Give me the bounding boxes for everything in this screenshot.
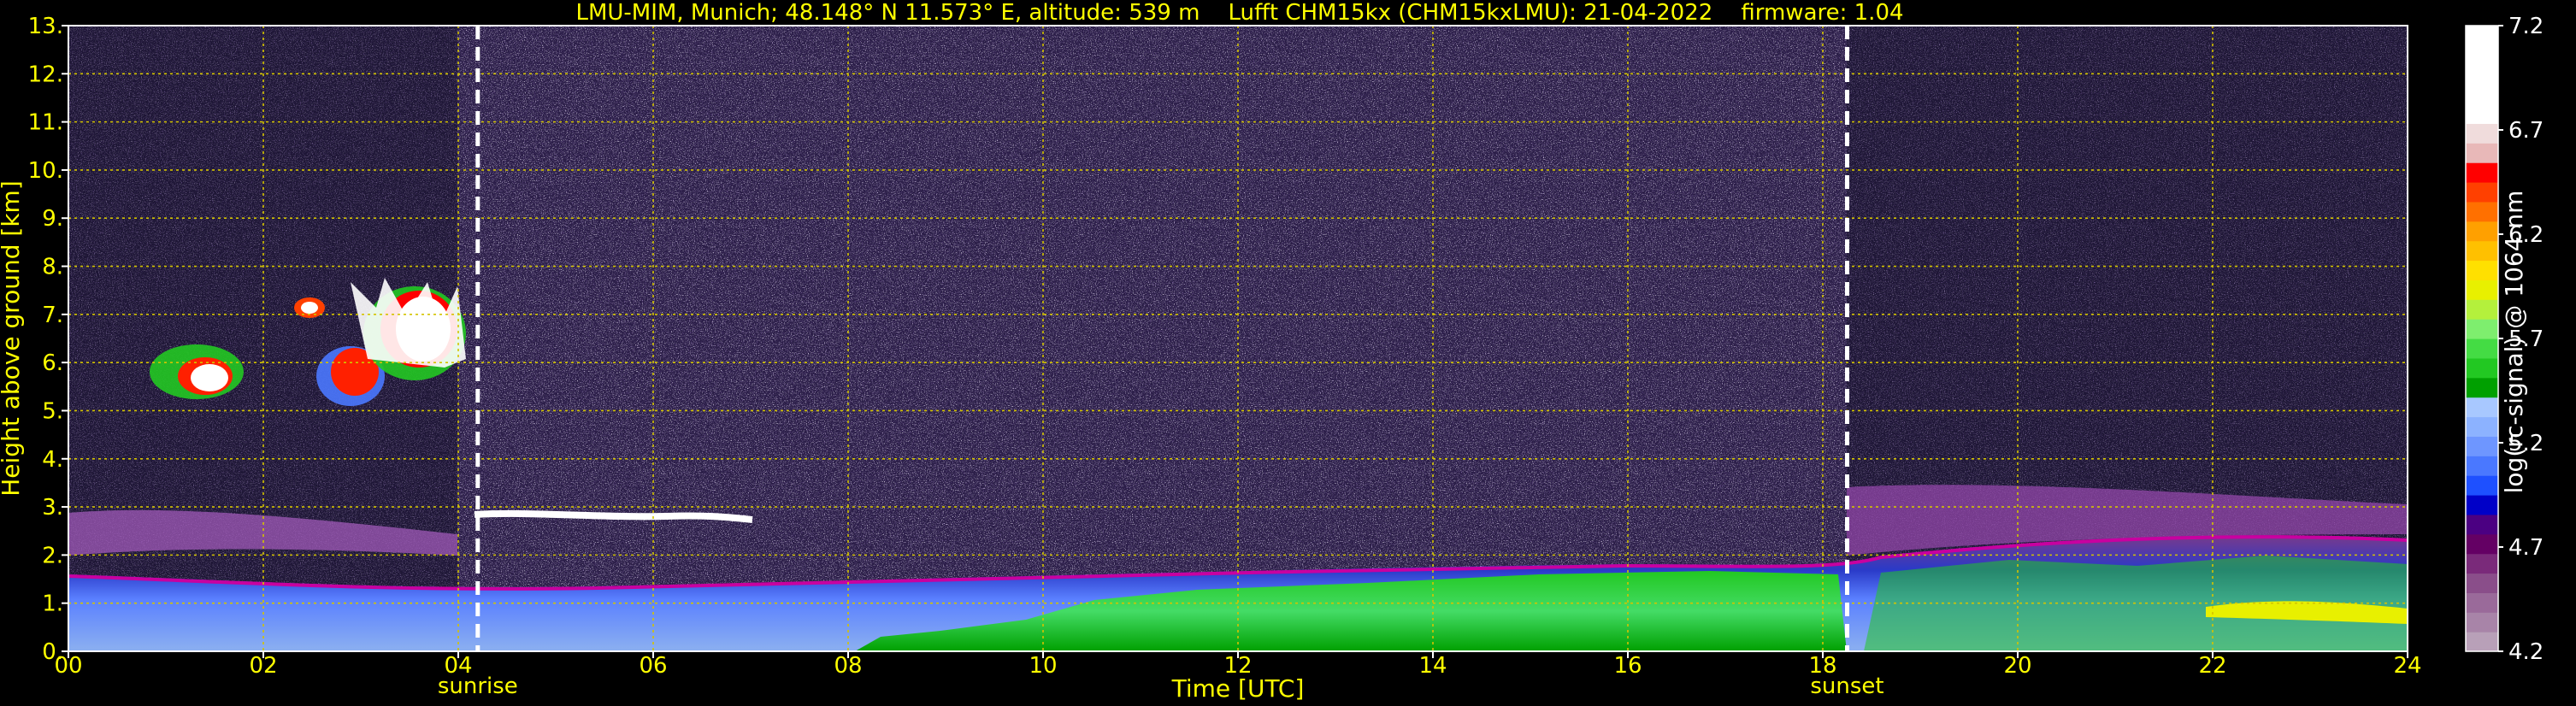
colorbar-segment xyxy=(2466,416,2498,437)
y-tick-label: 5. xyxy=(42,398,63,424)
colorbar-segment xyxy=(2466,553,2498,574)
y-tick-label: 1. xyxy=(42,591,63,617)
colorbar-tick-label: 6.7 xyxy=(2508,118,2544,144)
y-tick-label: 6. xyxy=(42,350,63,376)
x-tick-label: 22 xyxy=(2198,653,2226,679)
colorbar-segment xyxy=(2466,84,2498,105)
x-tick-label: 10 xyxy=(1029,653,1057,679)
colorbar-segment xyxy=(2466,162,2498,183)
colorbar-segment xyxy=(2466,436,2498,456)
colorbar-segment xyxy=(2466,123,2498,144)
colorbar-segment xyxy=(2466,592,2498,613)
colorbar-label: log(rc-signal) @ 1064 nm xyxy=(2500,191,2528,494)
x-tick-label: 08 xyxy=(834,653,862,679)
colorbar-segment xyxy=(2466,103,2498,124)
x-axis-label: Time [UTC] xyxy=(1171,674,1305,703)
y-axis-label: Height above ground [km] xyxy=(0,180,25,497)
colorbar-segment xyxy=(2466,475,2498,496)
colorbar-segment xyxy=(2466,338,2498,359)
colorbar-segment xyxy=(2466,201,2498,222)
x-tick-label: 16 xyxy=(1613,653,1642,679)
y-tick-label: 3. xyxy=(42,495,63,521)
x-tick-label: 02 xyxy=(249,653,277,679)
colorbar-segment xyxy=(2466,299,2498,320)
y-tick-label: 4. xyxy=(42,447,63,473)
colorbar-segment xyxy=(2466,143,2498,163)
colorbar-segment xyxy=(2466,495,2498,515)
colorbar-segment xyxy=(2466,397,2498,418)
colorbar-segment xyxy=(2466,612,2498,632)
y-tick-label: 2. xyxy=(42,543,63,568)
chart-title: LMU-MIM, Munich; 48.148° N 11.573° E, al… xyxy=(575,0,1903,26)
y-tick-label: 9. xyxy=(42,206,63,232)
y-tick-label: 0. xyxy=(42,639,63,665)
x-tick-label: 24 xyxy=(2393,653,2421,679)
y-tick-label: 10. xyxy=(28,158,63,184)
colorbar-segment xyxy=(2466,260,2498,280)
colorbar-segment xyxy=(2466,377,2498,398)
colorbar-segment xyxy=(2466,26,2498,46)
x-tick-label: 20 xyxy=(2003,653,2031,679)
y-tick-label: 13. xyxy=(28,14,63,39)
colorbar-segment xyxy=(2466,182,2498,203)
y-axis-ticks: 0. 1. 2. 3. 4. 5. 6. 7. 8. 9. 10. 11. 12. 13. xyxy=(28,14,63,665)
sunset-label: sunset xyxy=(1810,674,1883,699)
colorbar-segment xyxy=(2466,456,2498,476)
lidar-ceilometer-chart: 00 02 04 06 08 10 12 14 16 18 20 22 24 0.1.2.3.4.5.6… xyxy=(0,0,2544,703)
colorbar-segment xyxy=(2466,533,2498,555)
y-tick-label: 7. xyxy=(42,303,63,328)
colorbar-segment xyxy=(2466,514,2498,535)
colorbar-segment xyxy=(2466,221,2498,242)
colorbar-segment xyxy=(2466,632,2498,652)
colorbar-tick-label: 4.2 xyxy=(2508,639,2544,665)
colorbar-tick-label: 4.7 xyxy=(2508,535,2544,561)
colorbar-tick-label: 7.2 xyxy=(2508,14,2544,39)
colorbar-segment xyxy=(2466,319,2498,339)
x-tick-label: 14 xyxy=(1418,653,1447,679)
colorbar-segment xyxy=(2466,240,2498,262)
y-tick-label: 11. xyxy=(28,110,63,136)
y-tick-label: 8. xyxy=(42,255,63,280)
colorbar-segment xyxy=(2466,573,2498,593)
colorbar-segment xyxy=(2466,357,2498,379)
colorbar-segment xyxy=(2466,44,2498,66)
sunrise-label: sunrise xyxy=(438,674,518,699)
colorbar-segment xyxy=(2466,64,2498,85)
y-tick-label: 12. xyxy=(28,62,63,87)
x-tick-label: 06 xyxy=(639,653,667,679)
colorbar-segment xyxy=(2466,279,2498,300)
